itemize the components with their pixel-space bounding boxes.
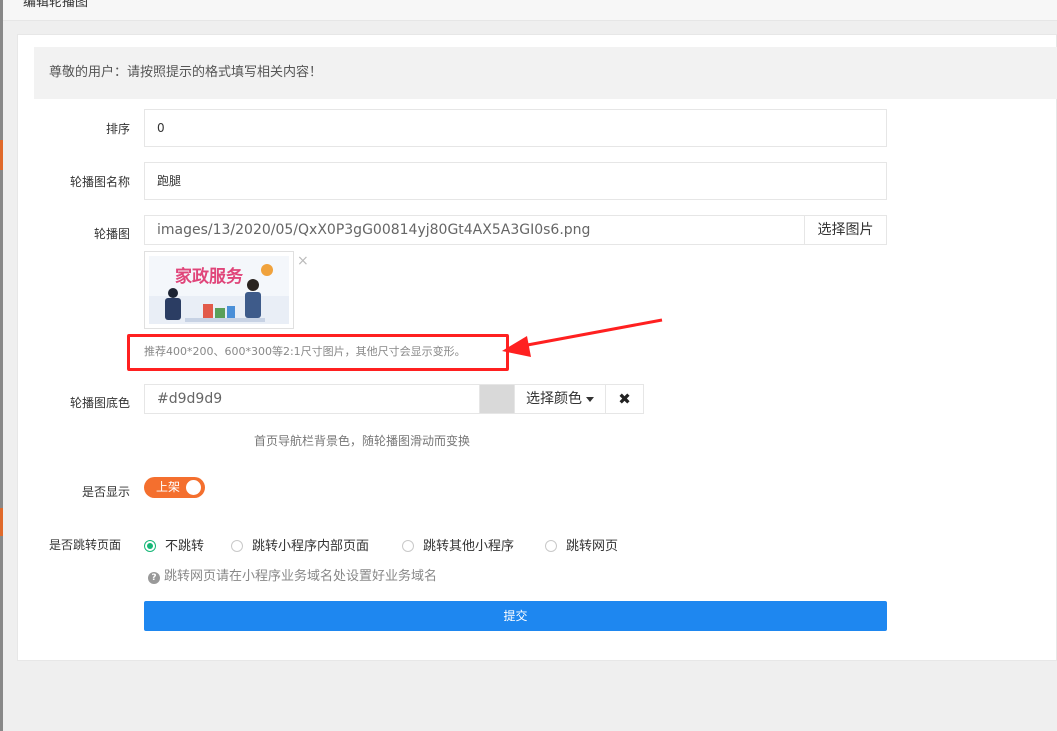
image-label: 轮播图	[93, 227, 130, 241]
left-edge-marker	[0, 508, 3, 536]
thumbnail-picture: 家政服务	[149, 256, 289, 324]
jump-option-other-miniprogram[interactable]: 跳转其他小程序	[402, 538, 514, 556]
radio-unchecked-icon	[231, 540, 243, 552]
notice-banner: 尊敬的用户：请按照提示的格式填写相关内容！	[34, 47, 1057, 99]
pick-color-button[interactable]: 选择颜色	[514, 384, 606, 414]
bg-color-hint: 首页导航栏背景色，随轮播图滑动而变换	[254, 434, 471, 448]
radio-unchecked-icon	[545, 540, 557, 552]
form-panel: 尊敬的用户：请按照提示的格式填写相关内容！ 排序 0 轮播图名称 跑腿 轮播图 …	[17, 34, 1057, 661]
jump-option-none[interactable]: 不跳转	[144, 538, 204, 556]
display-label: 是否显示	[81, 485, 130, 499]
clear-color-button[interactable]: ✖	[605, 384, 644, 414]
annotation-highlight-box	[127, 334, 509, 371]
toggle-knob	[186, 480, 201, 495]
image-thumbnail[interactable]: 家政服务	[144, 251, 294, 329]
remove-image-icon[interactable]: ×	[297, 253, 309, 269]
jump-option-label: 跳转小程序内部页面	[252, 539, 370, 554]
caret-down-icon	[586, 396, 594, 402]
question-circle-icon: ?	[148, 572, 160, 584]
submit-button[interactable]: 提交	[144, 601, 887, 631]
name-input[interactable]: 跑腿	[144, 162, 887, 200]
jump-hint: ? 跳转网页请在小程序业务域名处设置好业务域名	[148, 565, 437, 584]
color-swatch[interactable]	[479, 384, 515, 414]
jump-label: 是否跳转页面	[48, 538, 121, 552]
pick-image-button[interactable]: 选择图片	[804, 215, 886, 245]
window-titlebar: 编辑轮播图	[3, 0, 1057, 21]
jump-option-internal-page[interactable]: 跳转小程序内部页面	[231, 538, 369, 556]
jump-option-label: 跳转其他小程序	[423, 539, 515, 554]
image-path-text: images/13/2020/05/QxX0P3gG00814yj80Gt4AX…	[157, 222, 591, 238]
image-path-input[interactable]: images/13/2020/05/QxX0P3gG00814yj80Gt4AX…	[144, 215, 887, 245]
jump-option-label: 跳转网页	[566, 539, 619, 554]
jump-hint-text: 跳转网页请在小程序业务域名处设置好业务域名	[164, 569, 438, 584]
bg-color-input[interactable]: #d9d9d9	[144, 384, 480, 414]
pick-color-label: 选择颜色	[526, 391, 582, 407]
display-toggle[interactable]: 上架	[144, 477, 205, 498]
window-title: 编辑轮播图	[23, 0, 89, 10]
display-toggle-text: 上架	[156, 480, 181, 494]
bg-color-label: 轮播图底色	[69, 396, 130, 410]
thumbnail-title: 家政服务	[175, 266, 244, 287]
name-label: 轮播图名称	[69, 175, 130, 189]
sort-label: 排序	[105, 122, 130, 136]
left-edge-marker	[0, 140, 3, 170]
jump-option-webpage[interactable]: 跳转网页	[545, 538, 618, 556]
jump-option-label: 不跳转	[165, 539, 205, 554]
sort-input[interactable]: 0	[144, 109, 887, 147]
radio-checked-icon	[144, 540, 156, 552]
left-edge-strip	[0, 0, 3, 731]
radio-unchecked-icon	[402, 540, 414, 552]
